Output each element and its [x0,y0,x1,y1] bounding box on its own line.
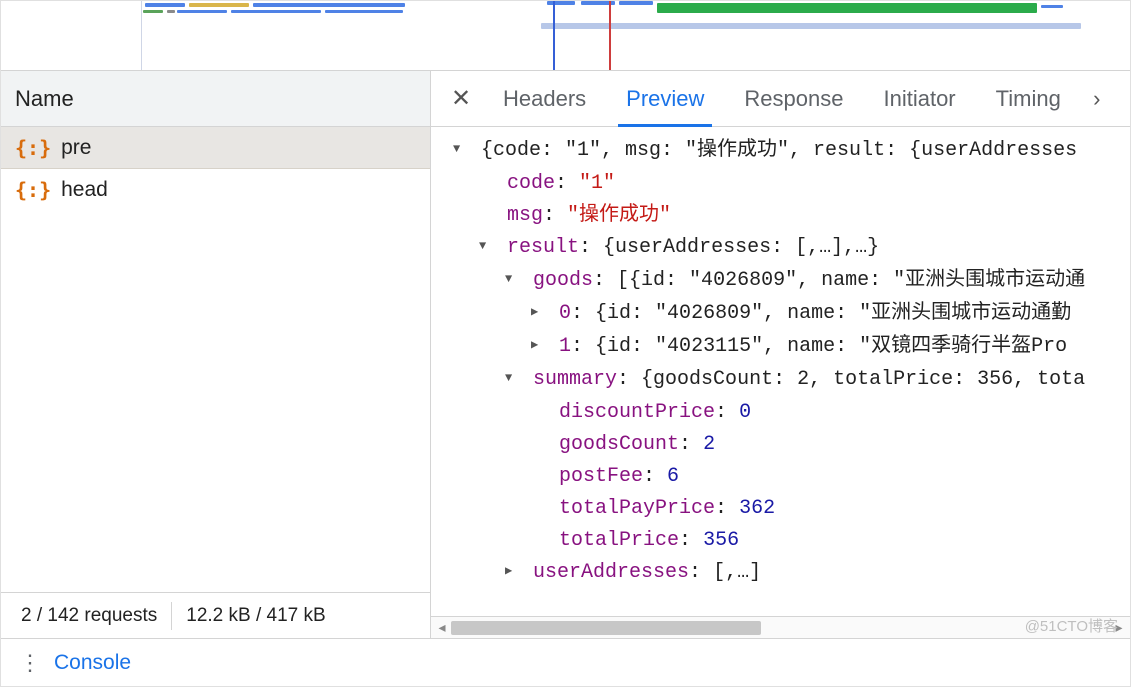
console-tab[interactable]: Console [54,651,131,675]
tree-summary[interactable]: summary: {goodsCount: 2, totalPrice: 356… [449,364,1130,397]
tab-preview[interactable]: Preview [606,71,724,126]
expand-toggle-icon[interactable] [505,364,521,397]
horizontal-scrollbar[interactable]: ◂ ▸ [431,616,1130,638]
expand-toggle-icon[interactable] [505,265,521,298]
main-split: Name {:} pre {:} head 2 / 142 requests 1… [1,71,1130,638]
timeline-left-cluster [141,1,421,70]
expand-toggle-icon[interactable] [531,331,547,364]
preview-json-tree[interactable]: {code: "1", msg: "操作成功", result: {userAd… [431,127,1130,590]
console-drawer: ⋮ Console [1,638,1130,686]
tree-goods-1[interactable]: 1: {id: "4023115", name: "双镜四季骑行半盔Pro [449,331,1130,364]
requests-status-bar: 2 / 142 requests 12.2 kB / 417 kB [1,592,430,638]
tree-goods[interactable]: goods: [{id: "4026809", name: "亚洲头围城市运动通 [449,265,1130,298]
status-separator [171,602,172,630]
scroll-left-icon[interactable]: ◂ [433,619,451,636]
tab-initiator[interactable]: Initiator [863,71,975,126]
tree-goods-0[interactable]: 0: {id: "4026809", name: "亚洲头围城市运动通勤 [449,298,1130,331]
scrollbar-track[interactable] [451,621,1110,635]
requests-list[interactable]: {:} pre {:} head [1,127,430,592]
tree-root[interactable]: {code: "1", msg: "操作成功", result: {userAd… [449,135,1130,168]
expand-toggle-icon[interactable] [531,298,547,331]
scroll-right-icon[interactable]: ▸ [1110,619,1128,636]
tree-totalPayPrice[interactable]: totalPayPrice: 362 [449,493,1130,525]
timeline-overview[interactable] [1,1,1130,71]
tree-goodsCount[interactable]: goodsCount: 2 [449,429,1130,461]
request-row-pre[interactable]: {:} pre [1,127,430,169]
tree-result[interactable]: result: {userAddresses: [,…],…} [449,232,1130,265]
tree-totalPrice[interactable]: totalPrice: 356 [449,525,1130,557]
request-name: pre [61,136,91,160]
scrollbar-thumb[interactable] [451,621,761,635]
load-marker [609,1,611,71]
requests-panel: Name {:} pre {:} head 2 / 142 requests 1… [1,71,431,638]
status-request-count: 2 / 142 requests [1,605,157,627]
status-transfer-size: 12.2 kB / 417 kB [186,605,325,627]
close-detail-button[interactable]: ✕ [439,71,483,126]
devtools-network-panel: Name {:} pre {:} head 2 / 142 requests 1… [0,0,1131,687]
tree-discountPrice[interactable]: discountPrice: 0 [449,397,1130,429]
tab-response[interactable]: Response [724,71,863,126]
requests-header-name[interactable]: Name [1,71,430,127]
request-name: head [61,178,108,202]
tree-msg[interactable]: msg: "操作成功" [449,200,1130,232]
expand-toggle-icon[interactable] [479,232,495,265]
drawer-menu-icon[interactable]: ⋮ [19,650,38,676]
tabs-overflow-button[interactable]: › [1081,71,1113,126]
request-row-head[interactable]: {:} head [1,169,430,211]
tree-code[interactable]: code: "1" [449,168,1130,200]
domcontentloaded-marker [553,1,555,71]
json-icon: {:} [15,178,51,202]
tab-headers[interactable]: Headers [483,71,606,126]
detail-tabs: ✕ Headers Preview Response Initiator Tim… [431,71,1130,127]
json-icon: {:} [15,136,51,160]
tree-userAddresses[interactable]: userAddresses: [,…] [449,557,1130,590]
tree-postFee[interactable]: postFee: 6 [449,461,1130,493]
timeline-right-cluster [541,1,1101,70]
expand-toggle-icon[interactable] [453,135,469,168]
request-detail-panel: ✕ Headers Preview Response Initiator Tim… [431,71,1130,638]
tab-timing[interactable]: Timing [976,71,1081,126]
preview-tree-wrap: {code: "1", msg: "操作成功", result: {userAd… [431,127,1130,638]
expand-toggle-icon[interactable] [505,557,521,590]
